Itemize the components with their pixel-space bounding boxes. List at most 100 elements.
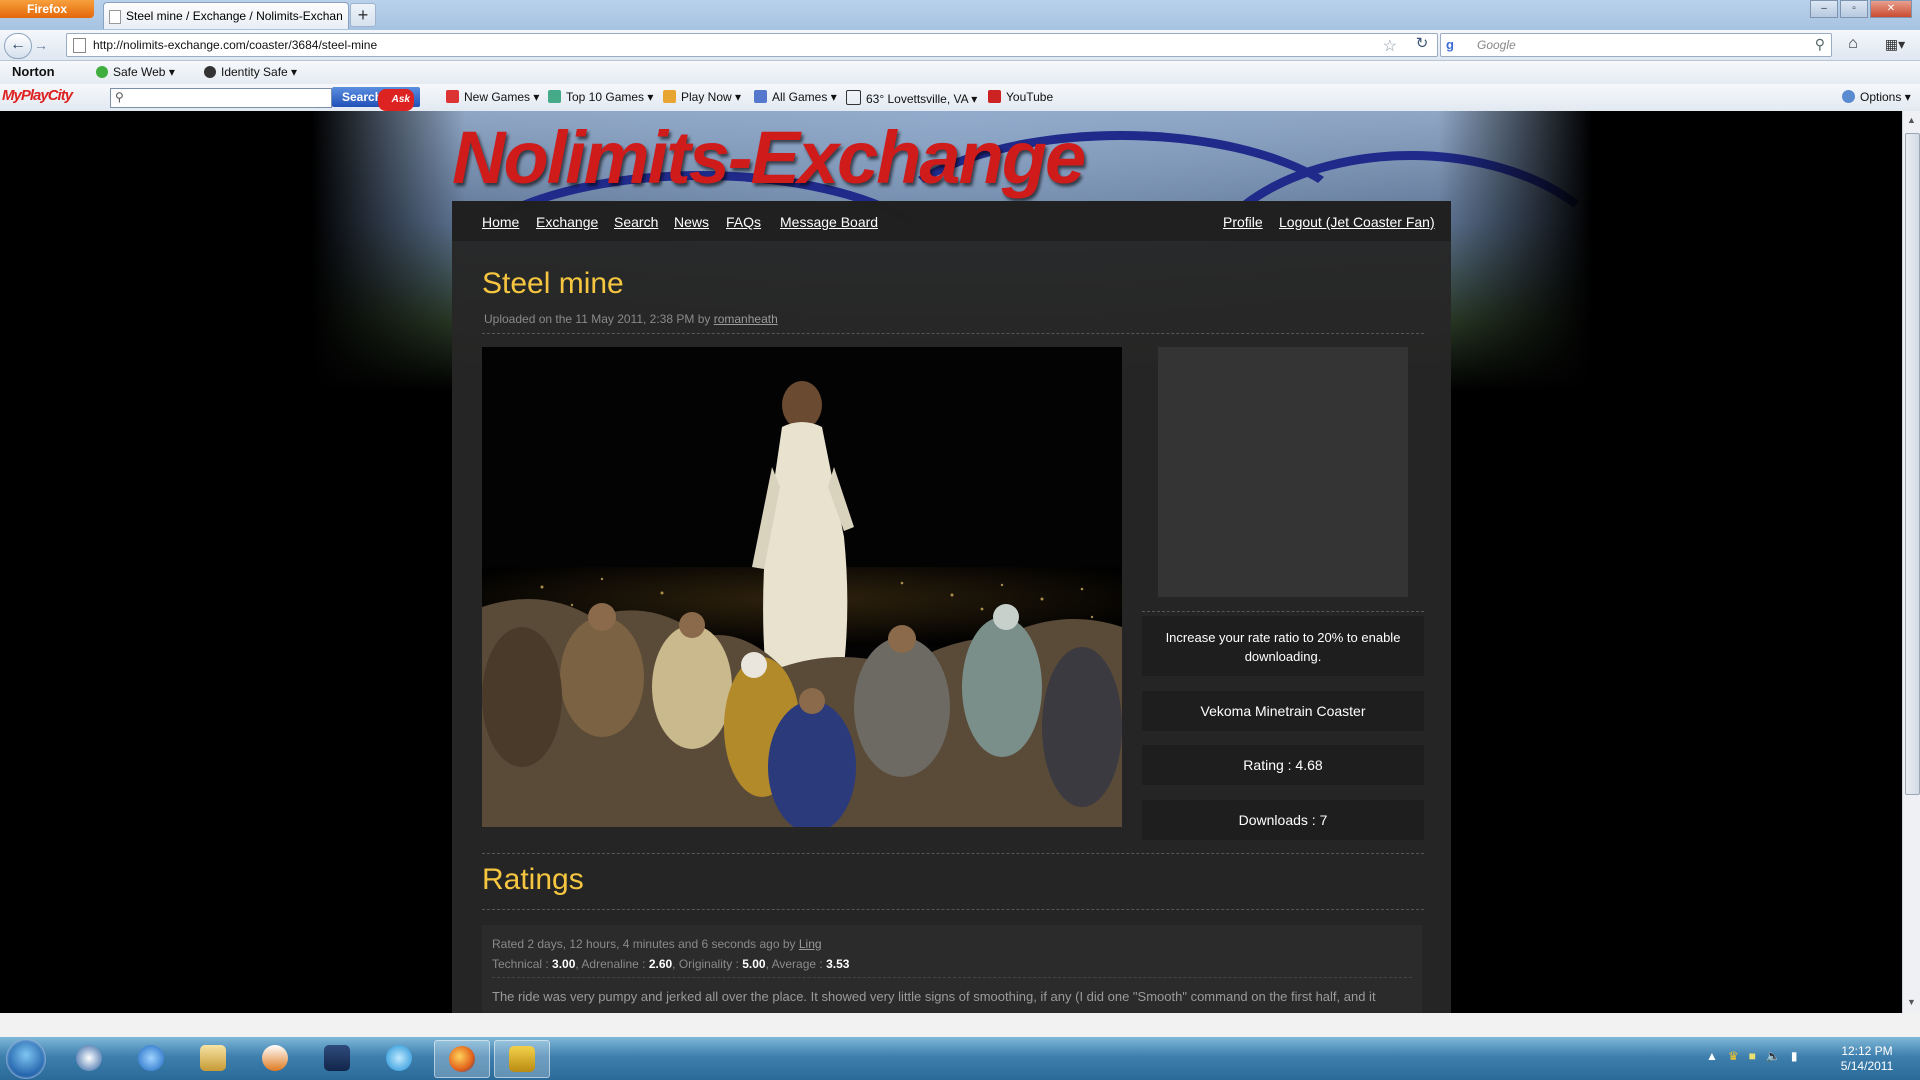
scroll-down-arrow-icon[interactable]: ▼: [1907, 997, 1916, 1007]
main-content-panel: Home Exchange Search News FAQs Message B…: [452, 201, 1451, 1013]
youtube-label: YouTube: [1006, 90, 1054, 104]
hp-icon: [76, 1045, 102, 1071]
page-icon: [73, 38, 86, 53]
taskbar-nolimits[interactable]: [494, 1040, 550, 1078]
firefox-icon: [449, 1046, 475, 1072]
page-scrollbar[interactable]: ▲ ▼: [1902, 111, 1920, 1013]
play-now-icon: [663, 90, 676, 103]
coaster-screenshot-image[interactable]: [482, 347, 1122, 827]
bookmark-star-icon[interactable]: ☆: [1383, 36, 1397, 56]
downloads-text: Downloads : 7: [1238, 812, 1328, 828]
review-text: The ride was very pumpy and jerked all o…: [492, 989, 1376, 1004]
new-tab-button[interactable]: +: [350, 3, 376, 27]
close-button[interactable]: ✕: [1870, 0, 1912, 18]
taskbar-explorer[interactable]: [186, 1040, 240, 1076]
divider: [1142, 611, 1424, 612]
nav-search-link[interactable]: Search: [614, 214, 658, 230]
taskbar-hp-app[interactable]: [62, 1040, 116, 1076]
google-icon[interactable]: g: [1446, 37, 1454, 52]
all-games-menu[interactable]: All Games ▾: [754, 90, 837, 104]
play-now-menu[interactable]: Play Now ▾: [663, 90, 741, 104]
home-icon[interactable]: ⌂: [1840, 33, 1866, 55]
reload-icon[interactable]: ↻: [1410, 33, 1434, 55]
site-navigation: Home Exchange Search News FAQs Message B…: [452, 201, 1451, 241]
nav-profile-link[interactable]: Profile: [1223, 214, 1263, 230]
taskbar-checkmark-app[interactable]: [310, 1040, 364, 1076]
norton-tray-icon[interactable]: ♛: [1728, 1049, 1739, 1063]
system-clock[interactable]: 12:12 PM 5/14/2011: [1822, 1044, 1912, 1074]
windows-taskbar: ▲ ♛ ■ 🔈 ▮ 12:12 PM 5/14/2011: [0, 1037, 1920, 1080]
norton-menu[interactable]: Norton: [12, 64, 55, 79]
identity-safe-menu[interactable]: Identity Safe ▾: [204, 65, 297, 79]
ask-search-label: Search: [342, 90, 383, 104]
options-menu[interactable]: Options ▾: [1842, 90, 1911, 104]
nav-exchange-link[interactable]: Exchange: [536, 214, 598, 230]
myplaycity-logo[interactable]: MyPlayCity: [2, 87, 73, 104]
review-time-text: Rated 2 days, 12 hours, 4 minutes and 6 …: [492, 937, 796, 951]
youtube-link[interactable]: YouTube: [988, 90, 1053, 104]
nav-news-link[interactable]: News: [674, 214, 709, 230]
ask-search-button[interactable]: Search Ask: [332, 87, 420, 111]
taskbar-internet-explorer[interactable]: [124, 1040, 178, 1076]
search-box[interactable]: g Google ⚲: [1440, 33, 1832, 57]
top-10-games-menu[interactable]: Top 10 Games ▾: [548, 90, 653, 104]
rating-box: Rating : 4.68: [1142, 745, 1424, 785]
rating-text: Rating : 4.68: [1243, 757, 1323, 773]
safe-web-menu[interactable]: Safe Web ▾: [96, 65, 175, 79]
browser-tab[interactable]: Steel mine / Exchange / Nolimits-Exchan.…: [103, 2, 349, 29]
site-logo[interactable]: Nolimits-Exchange: [452, 115, 1086, 200]
media-player-icon: [262, 1045, 288, 1071]
all-games-icon: [754, 90, 767, 103]
security-tray-icon[interactable]: ■: [1749, 1049, 1756, 1063]
system-tray: ▲ ♛ ■ 🔈 ▮: [1706, 1049, 1797, 1063]
ask-logo-icon: Ask: [377, 89, 414, 111]
forward-button[interactable]: →: [34, 37, 48, 53]
nav-home-link[interactable]: Home: [482, 214, 519, 230]
review-author-link[interactable]: Ling: [799, 937, 822, 951]
address-bar[interactable]: http://nolimits-exchange.com/coaster/368…: [66, 33, 1438, 57]
nolimits-icon: [509, 1046, 535, 1072]
ask-search-input[interactable]: ⚲: [110, 88, 332, 108]
nav-logout-link[interactable]: Logout (Jet Coaster Fan): [1279, 214, 1435, 230]
maximize-button[interactable]: ▫: [1840, 0, 1868, 18]
downloads-box: Downloads : 7: [1142, 800, 1424, 840]
network-icon[interactable]: ▮: [1791, 1049, 1798, 1063]
options-label: Options: [1860, 90, 1902, 104]
taskbar-firefox[interactable]: [434, 1040, 490, 1078]
review-item: Rated 2 days, 12 hours, 4 minutes and 6 …: [482, 925, 1422, 1013]
title-bar: Firefox Steel mine / Exchange / Nolimits…: [0, 0, 1920, 30]
new-games-icon: [446, 90, 459, 103]
minimize-button[interactable]: –: [1810, 0, 1838, 18]
upload-date-text: Uploaded on the 11 May 2011, 2:38 PM by: [484, 312, 711, 326]
tab-title: Steel mine / Exchange / Nolimits-Exchan.…: [126, 9, 342, 23]
nav-message-board-link[interactable]: Message Board: [780, 214, 878, 230]
adrenaline-score: 2.60: [648, 957, 673, 971]
firefox-menu-button[interactable]: Firefox: [0, 0, 94, 18]
windows-start-icon[interactable]: [6, 1039, 46, 1079]
new-games-label: New Games: [464, 90, 531, 104]
safe-web-icon: [96, 66, 108, 78]
search-icon: ⚲: [115, 90, 124, 104]
weather-menu[interactable]: 63° Lovettsville, VA ▾: [846, 90, 977, 106]
window-controls: – ▫ ✕: [1810, 0, 1912, 18]
url-text[interactable]: http://nolimits-exchange.com/coaster/368…: [93, 38, 377, 52]
taskbar-blue-app[interactable]: [372, 1040, 426, 1076]
search-icon[interactable]: ⚲: [1815, 36, 1825, 53]
nav-faqs-link[interactable]: FAQs: [726, 214, 761, 230]
scroll-up-arrow-icon[interactable]: ▲: [1907, 115, 1916, 125]
new-games-menu[interactable]: New Games ▾: [446, 90, 539, 104]
page-title: Steel mine: [482, 267, 624, 300]
technical-label: Technical :: [492, 957, 549, 971]
youtube-icon: [988, 90, 1001, 103]
back-button[interactable]: ←: [4, 33, 32, 59]
uploader-link[interactable]: romanheath: [714, 312, 778, 326]
volume-icon[interactable]: 🔈: [1766, 1049, 1781, 1063]
scrollbar-thumb[interactable]: [1905, 133, 1920, 795]
options-icon: [1842, 90, 1855, 103]
coaster-type-box: Vekoma Minetrain Coaster: [1142, 691, 1424, 731]
coaster-type-text: Vekoma Minetrain Coaster: [1200, 703, 1366, 719]
show-hidden-icons-icon[interactable]: ▲: [1706, 1049, 1718, 1063]
divider: [482, 853, 1424, 854]
taskbar-media-player[interactable]: [248, 1040, 302, 1076]
bookmarks-menu-icon[interactable]: ▦▾: [1878, 33, 1912, 55]
